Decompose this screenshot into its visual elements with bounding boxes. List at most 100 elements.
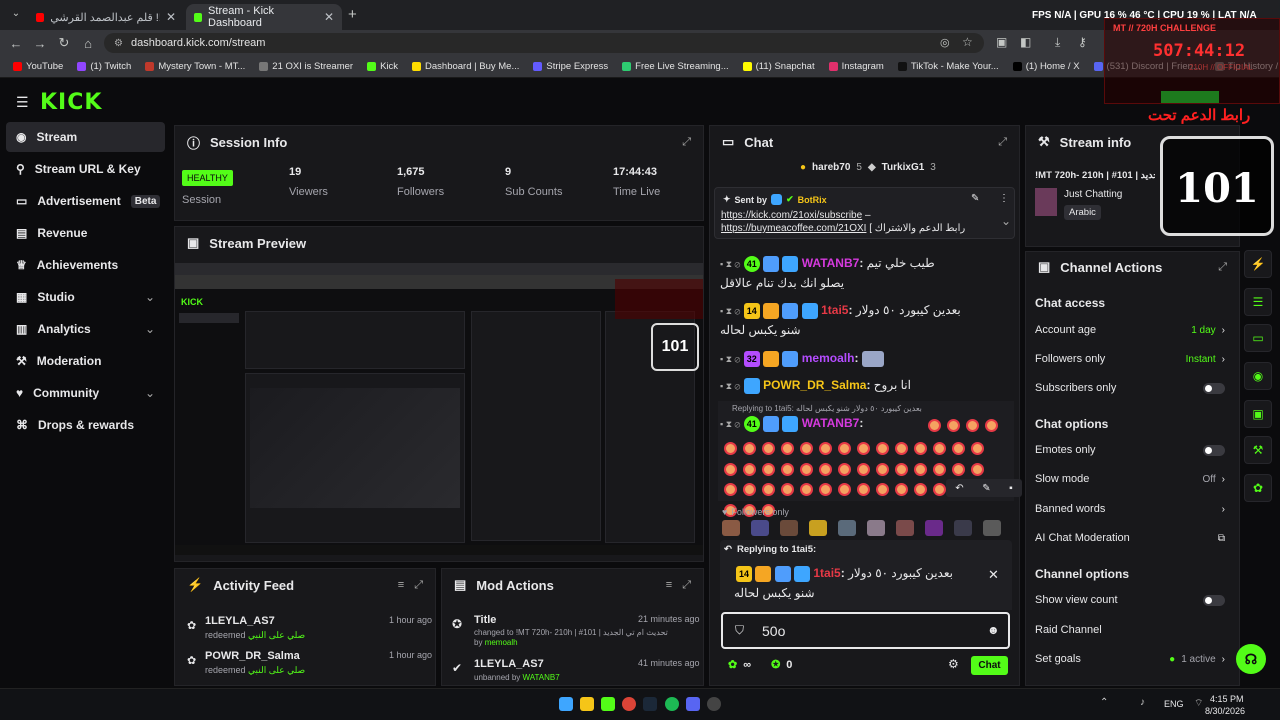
- menu-icon[interactable]: ☰: [16, 94, 29, 111]
- avatar[interactable]: [867, 520, 885, 536]
- setting-banned-words[interactable]: Banned words ›: [1035, 500, 1225, 518]
- avatar[interactable]: [838, 520, 856, 536]
- download-icon[interactable]: ⤓: [1055, 35, 1060, 50]
- clock-date[interactable]: 8/30/2026: [1205, 706, 1245, 716]
- key-icon[interactable]: ⚷: [1078, 35, 1087, 49]
- mod-tools-icons[interactable]: ▪ ⧗ ⊘: [720, 306, 740, 316]
- avatar[interactable]: [780, 520, 798, 536]
- bookmark-item[interactable]: (1) Twitch: [70, 61, 138, 72]
- kick-logo[interactable]: KICK: [40, 90, 102, 115]
- discord-icon[interactable]: [686, 697, 700, 711]
- eye-off-icon[interactable]: ◎: [940, 36, 950, 49]
- bookmark-item[interactable]: Instagram: [822, 61, 891, 72]
- setting-slow-mode[interactable]: Slow mode Off ›: [1035, 470, 1225, 488]
- back-icon[interactable]: ←: [4, 36, 28, 51]
- url-field[interactable]: ⚙ dashboard.kick.com/stream: [104, 33, 984, 53]
- language-indicator[interactable]: ENG: [1164, 699, 1184, 709]
- gifter-name[interactable]: hareb70: [812, 162, 850, 173]
- expand-icon[interactable]: ⤢: [682, 579, 691, 592]
- close-reply-icon[interactable]: ✕: [988, 567, 999, 583]
- mod-tools-icons[interactable]: ▪ ⧗ ⊘: [720, 354, 740, 364]
- tab-search-icon[interactable]: ⌄: [4, 8, 28, 19]
- site-info-icon[interactable]: ⚙: [114, 38, 123, 49]
- bookmark-item[interactable]: TikTok - Make Your...: [891, 61, 1006, 72]
- sidebar-item-stream[interactable]: ◉ Stream: [6, 122, 165, 152]
- bookmark-item[interactable]: Stripe Express: [526, 61, 615, 72]
- bookmark-item[interactable]: (1) Home / X: [1006, 61, 1087, 72]
- rail-shield-icon[interactable]: ▣: [1244, 400, 1272, 428]
- reload-icon[interactable]: ↻: [52, 35, 76, 51]
- filter-icon[interactable]: ≡: [666, 579, 672, 591]
- chrome-icon[interactable]: [622, 697, 636, 711]
- chevron-down-icon[interactable]: ⌄: [1001, 214, 1011, 228]
- bookmark-item[interactable]: Kick: [360, 61, 405, 72]
- subscribers-only-toggle[interactable]: [1203, 382, 1225, 394]
- tray-chevron-icon[interactable]: ⌃: [1100, 697, 1108, 708]
- chat-username[interactable]: memoalh: [802, 351, 855, 365]
- sidebar-item-drops[interactable]: ⌘ Drops & rewards: [6, 410, 165, 440]
- rail-wrench-icon[interactable]: ⚒: [1244, 436, 1272, 464]
- bookmark-item[interactable]: Free Live Streaming...: [615, 61, 735, 72]
- extension-icon[interactable]: ▣: [996, 35, 1007, 49]
- sidebar-item-advertisement[interactable]: ▭ Advertisement Beta: [6, 186, 165, 216]
- emoji-icon[interactable]: ☻: [987, 623, 1000, 637]
- sidebar-item-achievements[interactable]: ♕ Achievements: [6, 250, 165, 280]
- reply-context[interactable]: Replying to 1tai5: بعدين كيبورد ٥٠ دولار…: [732, 404, 922, 413]
- star-icon[interactable]: ☆: [962, 35, 973, 49]
- sidebar-item-studio[interactable]: ▦ Studio ⌄: [6, 282, 165, 312]
- new-tab-icon[interactable]: +: [348, 6, 357, 23]
- bookmark-item[interactable]: YouTube: [6, 61, 70, 72]
- avatar[interactable]: [809, 520, 827, 536]
- bookmark-item[interactable]: Dashboard | Buy Me...: [405, 61, 526, 72]
- rail-chat-icon[interactable]: ▭: [1244, 324, 1272, 352]
- reply-icon[interactable]: ↶: [955, 483, 963, 494]
- view-count-toggle[interactable]: [1203, 594, 1225, 606]
- emotes-only-toggle[interactable]: [1203, 444, 1225, 456]
- send-chat-button[interactable]: Chat: [971, 656, 1008, 675]
- sidebar-item-community[interactable]: ♥ Community ⌄: [6, 378, 165, 408]
- category-name[interactable]: Just Chatting: [1064, 189, 1122, 200]
- setting-account-age[interactable]: Account age 1 day ›: [1035, 321, 1225, 339]
- avatar[interactable]: [954, 520, 972, 536]
- delete-icon[interactable]: ▪: [1009, 483, 1013, 494]
- tab-kick-dashboard[interactable]: Stream - Kick Dashboard ✕: [186, 4, 342, 30]
- settings-gear-icon[interactable]: ⚙: [948, 657, 959, 671]
- rail-community-icon[interactable]: ✿: [1244, 474, 1272, 502]
- pinned-link[interactable]: https://buymeacoffee.com/21OXI: [721, 223, 866, 234]
- chat-username[interactable]: POWR_DR_Salma: [763, 378, 866, 392]
- sidebar-item-analytics[interactable]: ▥ Analytics ⌄: [6, 314, 165, 344]
- setting-followers-only[interactable]: Followers only Instant ›: [1035, 350, 1225, 368]
- unpin-icon[interactable]: ✎: [971, 193, 979, 204]
- spotify-icon[interactable]: [665, 697, 679, 711]
- avatar[interactable]: [722, 520, 740, 536]
- expand-icon[interactable]: ⤢: [414, 579, 423, 592]
- setting-set-goals[interactable]: Set goals ● 1 active ›: [1035, 650, 1225, 668]
- expand-icon[interactable]: ⤢: [682, 136, 691, 149]
- forward-icon[interactable]: →: [28, 36, 52, 51]
- sidebar-item-stream-url[interactable]: ⚲ Stream URL & Key: [6, 154, 165, 184]
- mod-action-by[interactable]: WATANB7: [523, 673, 560, 682]
- pinned-link[interactable]: https://kick.com/21oxi/subscribe: [721, 210, 862, 221]
- mod-tools-icons[interactable]: ▪ ⧗ ⊘: [720, 381, 740, 391]
- sidebar-item-revenue[interactable]: ▤ Revenue: [6, 218, 165, 248]
- avatar[interactable]: [896, 520, 914, 536]
- support-headset-icon[interactable]: ☊: [1236, 644, 1266, 674]
- filter-icon[interactable]: ≡: [398, 579, 404, 591]
- bookmark-item[interactable]: Mystery Town - MT...: [138, 61, 252, 72]
- bot-name[interactable]: BotRix: [798, 195, 827, 205]
- wifi-icon[interactable]: ⌔: [1194, 697, 1203, 710]
- clock-time[interactable]: 4:15 PM: [1210, 694, 1244, 704]
- setting-ai-moderation[interactable]: AI Chat Moderation ⧉: [1035, 529, 1225, 547]
- chat-username[interactable]: WATANB7: [802, 416, 860, 430]
- puzzle-icon[interactable]: ◧: [1020, 35, 1031, 49]
- stream-preview-video[interactable]: KICK 101: [175, 263, 703, 555]
- more-icon[interactable]: ⋮: [999, 193, 1009, 204]
- bookmark-item[interactable]: 21 OXI is Streamer: [252, 61, 360, 72]
- app-icon[interactable]: [601, 697, 615, 711]
- start-icon[interactable]: [559, 697, 573, 711]
- steam-icon[interactable]: [643, 697, 657, 711]
- activity-user[interactable]: POWR_DR_Salma: [205, 650, 305, 662]
- avatar[interactable]: [751, 520, 769, 536]
- bookmark-item[interactable]: (11) Snapchat: [736, 61, 822, 72]
- mic-icon[interactable]: ♪: [1140, 697, 1145, 708]
